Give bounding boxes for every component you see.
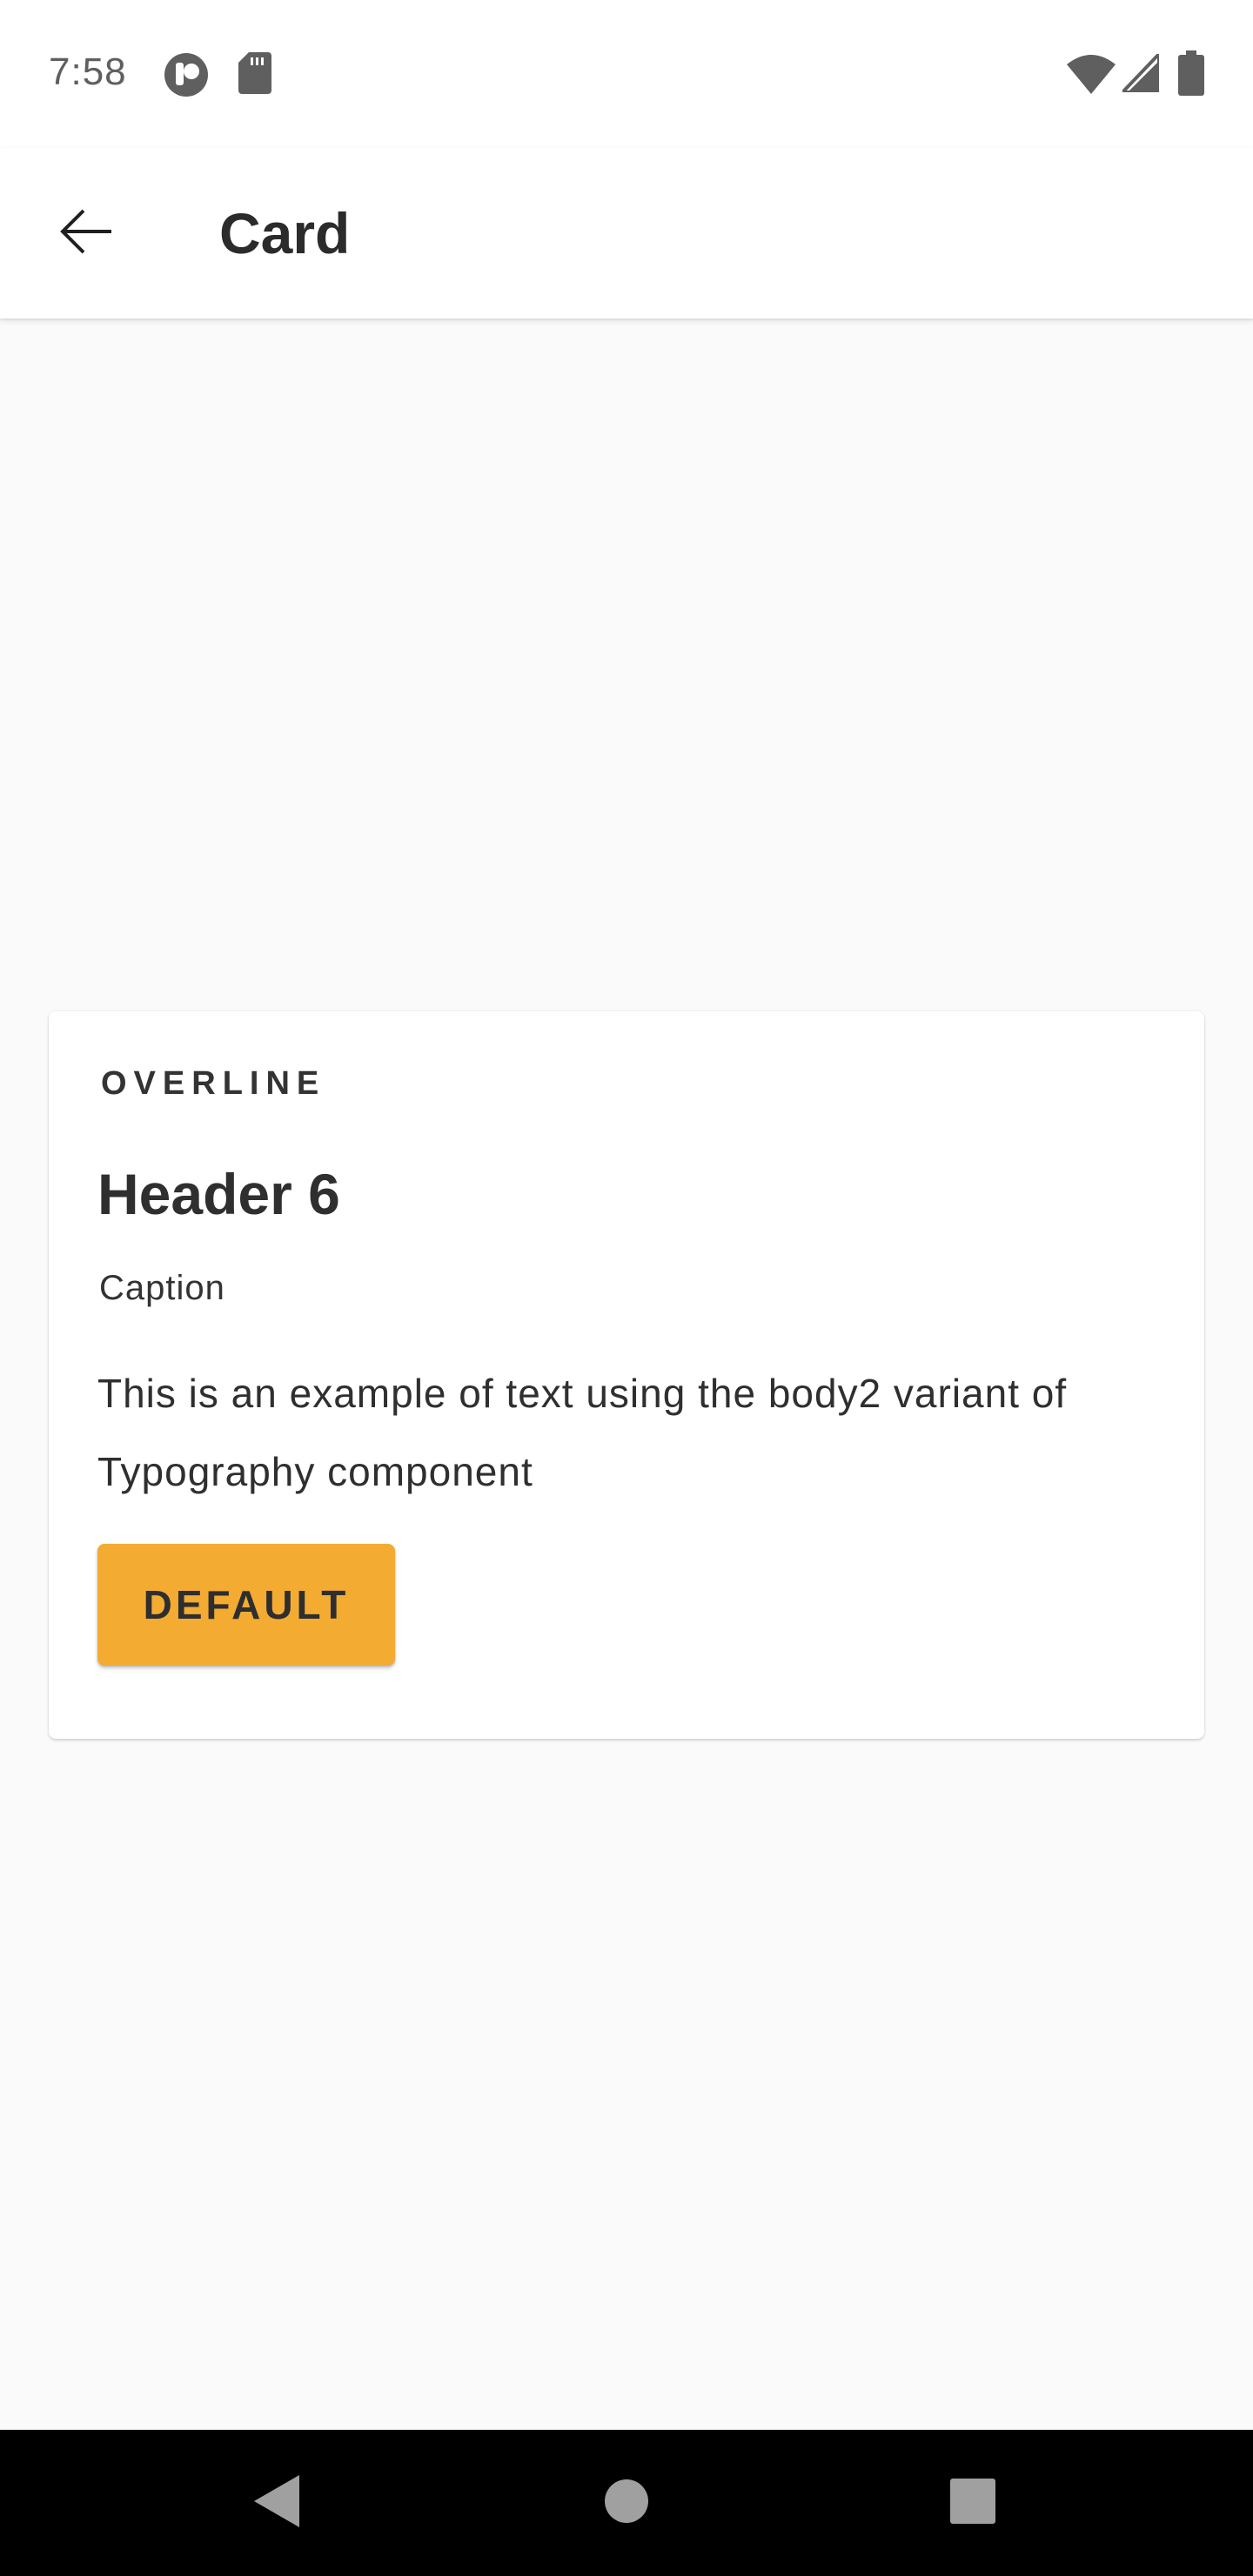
default-button[interactable]: DEFAULT [97,1544,395,1666]
recents-square-icon [950,2478,995,2528]
status-time: 7:58 [49,50,127,93]
wifi-icon [1067,54,1116,98]
arrow-back-icon [57,207,113,260]
home-circle-icon [604,2479,649,2528]
screen: 7:58 Card OVERLINE Header 6 Caption This… [0,0,1253,2576]
app-notification-icon [164,52,209,102]
signal-icon [1118,50,1161,97]
card-body-text: This is an example of text using the bod… [97,1371,1068,1494]
sd-card-icon [238,52,271,98]
page-title: Card [219,201,351,265]
nav-back-button[interactable] [224,2451,329,2555]
nav-home-button[interactable] [574,2451,679,2555]
card: OVERLINE Header 6 Caption This is an exa… [49,1011,1204,1739]
status-bar: 7:58 [0,0,1253,148]
back-triangle-icon [254,2474,299,2532]
app-bar: Card [0,148,1253,319]
back-button[interactable] [35,183,136,284]
card-header: Header 6 [97,1162,340,1226]
card-overline: OVERLINE [101,1065,326,1102]
navigation-bar [0,2430,1253,2576]
battery-icon [1178,50,1204,100]
card-caption: Caption [99,1269,225,1307]
nav-recents-button[interactable] [921,2451,1025,2555]
